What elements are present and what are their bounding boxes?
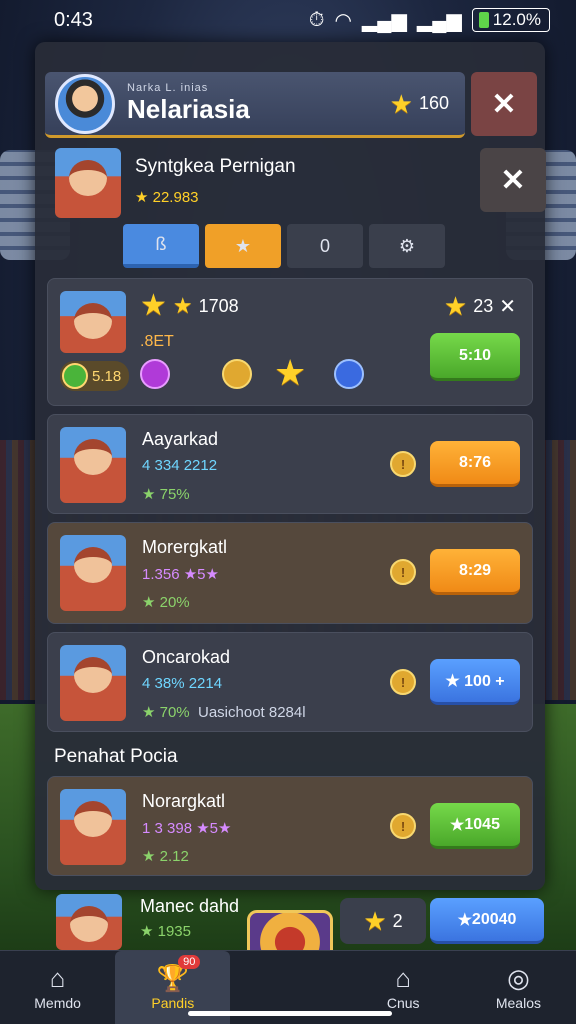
- home-icon: ⌂: [49, 962, 66, 993]
- coin-icon: !: [390, 813, 416, 839]
- player-stat: 1.356 ★5★: [142, 566, 219, 583]
- star-counter: ★ 2: [340, 898, 426, 944]
- gem-icon: [62, 363, 88, 389]
- player-portrait: [60, 535, 126, 611]
- battery-icon: [478, 12, 489, 28]
- coin-icon: !: [390, 669, 416, 695]
- home-indicator[interactable]: [188, 1011, 392, 1016]
- status-bar: 0:43 ⏱ ◠ ▂▄▆ ▂▄▆ 12.0%: [0, 0, 576, 40]
- profile-header: Narka L. inias Nelariasia ★ 160: [45, 72, 465, 138]
- star-icon: ★: [140, 289, 167, 322]
- alarm-icon: ⏱: [308, 8, 325, 31]
- player-name: Manec dahd: [140, 896, 240, 916]
- coin-icon: !: [390, 559, 416, 585]
- featured-portrait: [60, 291, 126, 353]
- player-percent: ★ 2.12: [142, 848, 189, 865]
- player-portrait: [56, 894, 122, 950]
- notification-badge: 90: [178, 955, 201, 969]
- featured-sub: .8ET: [140, 333, 174, 350]
- gem-icon: [140, 359, 170, 389]
- tab-leaders[interactable]: ß: [123, 224, 199, 268]
- player-stat: 4 334 2212: [142, 457, 218, 474]
- nav-home[interactable]: ⌂ Memdo: [0, 951, 115, 1024]
- player-name: Oncarokad: [142, 647, 231, 667]
- featured-badge: 5.18: [60, 361, 130, 391]
- star-icon: ★: [363, 906, 387, 936]
- section-title: Penahat Pocia: [54, 746, 178, 767]
- featured-card[interactable]: ★ ★ 1708 .8ET 5.18 ★ ★ 23 ✕ 5:10: [47, 278, 533, 406]
- player-summary: Syntgkea Pernigan ★ 22.983: [55, 148, 475, 224]
- tab-bar: ß ★ 0 ⚙: [123, 224, 445, 268]
- page-title: Nelariasia: [127, 94, 250, 124]
- player-stat: 4 38% 2214: [142, 675, 223, 692]
- star-icon: ★: [172, 293, 193, 318]
- close-icon: ✕: [491, 87, 517, 121]
- battery-indicator: 12.0%: [471, 8, 550, 32]
- player-stat: 1 3 398 ★5★: [142, 820, 232, 837]
- tab-settings[interactable]: ⚙: [369, 224, 445, 268]
- player-name: Aayarkad: [142, 429, 219, 449]
- list-item[interactable]: Morergkatl 1.356 ★5★ ★ 20% ! 8:29: [47, 522, 533, 624]
- player-name: Norargkatl: [142, 791, 226, 811]
- target-icon: ◎: [507, 962, 530, 993]
- claim-button[interactable]: 5:10: [430, 333, 520, 381]
- player-percent: ★ 20%: [142, 594, 190, 611]
- star-icon: ★: [274, 352, 307, 393]
- sapphire-icon: [334, 359, 364, 389]
- house-icon: ⌂: [395, 962, 412, 993]
- player-portrait: [60, 789, 126, 865]
- close-icon: ✕: [500, 163, 526, 197]
- coin-icon: !: [390, 451, 416, 477]
- avatar[interactable]: [55, 73, 115, 134]
- close-button[interactable]: ✕: [471, 72, 537, 136]
- action-button[interactable]: ★ 1045: [430, 803, 520, 849]
- player-score: ★ 22.983: [135, 189, 199, 206]
- header-subtitle: Narka L. inias: [127, 82, 209, 94]
- list-item[interactable]: Aayarkad 4 334 2212 ★ 75% ! 8:76: [47, 414, 533, 514]
- bottom-row[interactable]: Manec dahd ★ 1935 ★ 2 ★ 20040: [52, 892, 550, 974]
- player-portrait: [55, 148, 121, 218]
- featured-stat: 1708: [198, 295, 239, 316]
- player-percent: ★ 70% Uasichoot 8284l: [142, 704, 306, 721]
- list-item[interactable]: Oncarokad 4 38% 2214 ★ 70% Uasichoot 828…: [47, 632, 533, 732]
- star-icon: ★: [443, 291, 468, 321]
- coin-balance: ★ 160: [389, 88, 449, 119]
- signal-icon: ▂▄▆: [361, 9, 407, 32]
- coin-icon: [222, 359, 252, 389]
- action-button[interactable]: 8:29: [430, 549, 520, 595]
- list-item[interactable]: Norargkatl 1 3 398 ★5★ ★ 2.12 ! ★ 1045: [47, 776, 533, 876]
- action-button[interactable]: ★ 20040: [430, 898, 544, 944]
- signal-icon-2: ▂▄▆: [416, 9, 462, 32]
- tab-stars[interactable]: ★: [205, 224, 281, 268]
- dismiss-button[interactable]: ✕: [480, 148, 546, 212]
- action-button[interactable]: ★ 100 +: [430, 659, 520, 705]
- wifi-icon: ◠: [334, 9, 352, 32]
- player-name: Syntgkea Pernigan: [135, 156, 296, 177]
- close-icon[interactable]: ✕: [499, 294, 516, 319]
- status-time: 0:43: [54, 8, 93, 31]
- action-button[interactable]: 8:76: [430, 441, 520, 487]
- nav-mealos[interactable]: ◎ Mealos: [461, 951, 576, 1024]
- star-icon: ★: [389, 88, 413, 119]
- player-portrait: [60, 427, 126, 503]
- player-portrait: [60, 645, 126, 721]
- player-percent: ★ 75%: [142, 486, 190, 503]
- tab-level[interactable]: 0: [287, 224, 363, 268]
- player-name: Morergkatl: [142, 537, 228, 557]
- player-stat: ★ 1935: [140, 923, 191, 940]
- featured-stars: 23: [473, 295, 494, 316]
